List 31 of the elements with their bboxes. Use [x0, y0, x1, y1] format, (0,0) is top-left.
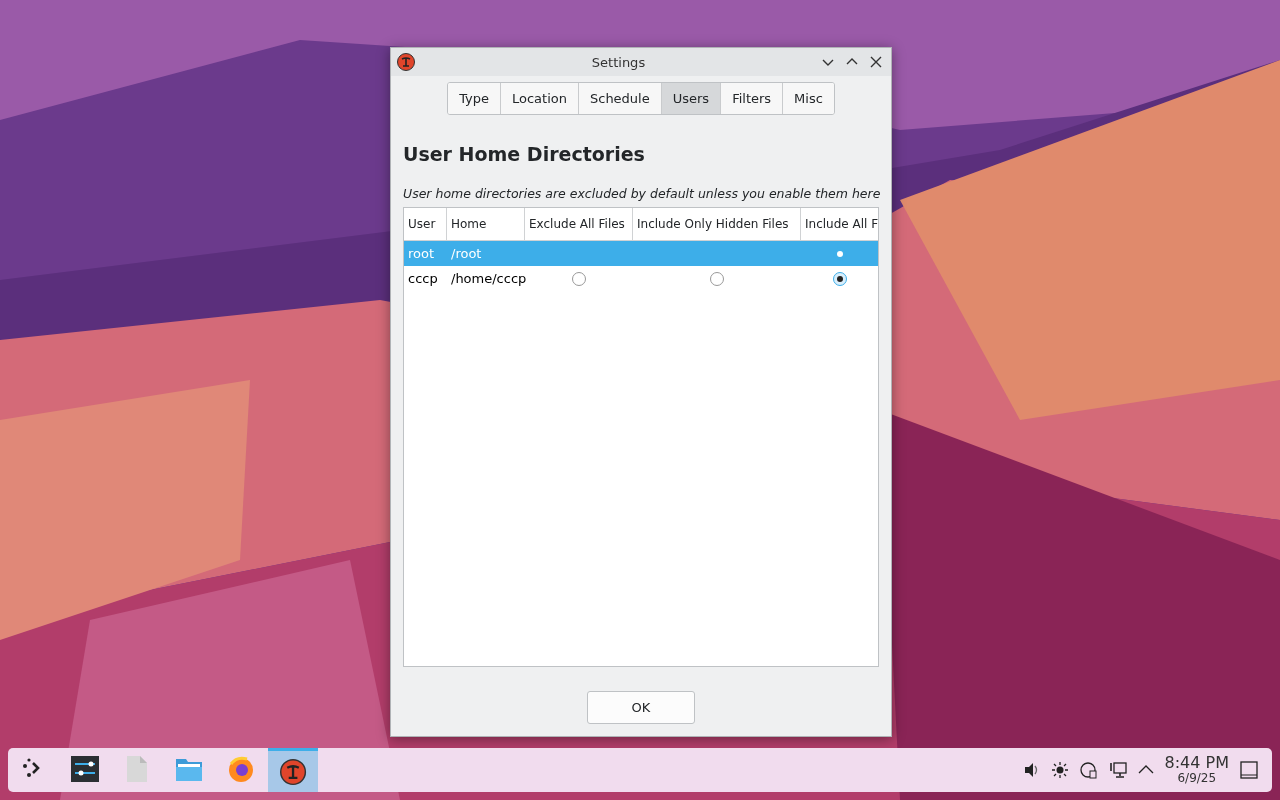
column-header[interactable]: Home: [447, 208, 525, 240]
column-header[interactable]: Include Only Hidden Files: [633, 208, 801, 240]
browser-icon: [227, 756, 255, 784]
column-header[interactable]: Include All F: [801, 208, 878, 240]
column-header[interactable]: User: [404, 208, 447, 240]
network-icon[interactable]: [1079, 761, 1098, 779]
folder-icon: [175, 756, 203, 784]
radio-button[interactable]: [710, 271, 724, 286]
app-icon: [279, 757, 307, 786]
window-title: Settings: [590, 54, 647, 70]
table-cell-text: cccp: [407, 271, 439, 286]
table-cell-text: /home/cccp: [450, 271, 525, 286]
brightness-icon[interactable]: [1050, 761, 1069, 779]
app-icon: [397, 53, 415, 71]
description-text: User home directories are excluded by default unless you enable them here: [403, 186, 879, 201]
sliders-icon: [71, 756, 99, 784]
section-heading: User Home Directories: [403, 143, 646, 165]
show-desktop-icon[interactable]: [1240, 761, 1258, 779]
table-cell-text: root: [407, 246, 436, 261]
monitor-icon[interactable]: [1108, 761, 1127, 779]
close-icon[interactable]: [870, 56, 882, 68]
radio-button[interactable]: [572, 271, 586, 286]
tab[interactable]: Users: [661, 83, 722, 114]
clock-date[interactable]: 6/9/25: [1177, 772, 1217, 785]
tab[interactable]: Type: [448, 83, 501, 114]
column-header[interactable]: Exclude All Files: [525, 208, 633, 240]
ok-button[interactable]: OK: [587, 691, 695, 724]
taskbar-button[interactable]: [268, 748, 318, 792]
table-cell-text: /root: [450, 246, 483, 261]
clock-time[interactable]: 8:44 PM: [1164, 755, 1229, 773]
radio-button[interactable]: [832, 271, 847, 286]
